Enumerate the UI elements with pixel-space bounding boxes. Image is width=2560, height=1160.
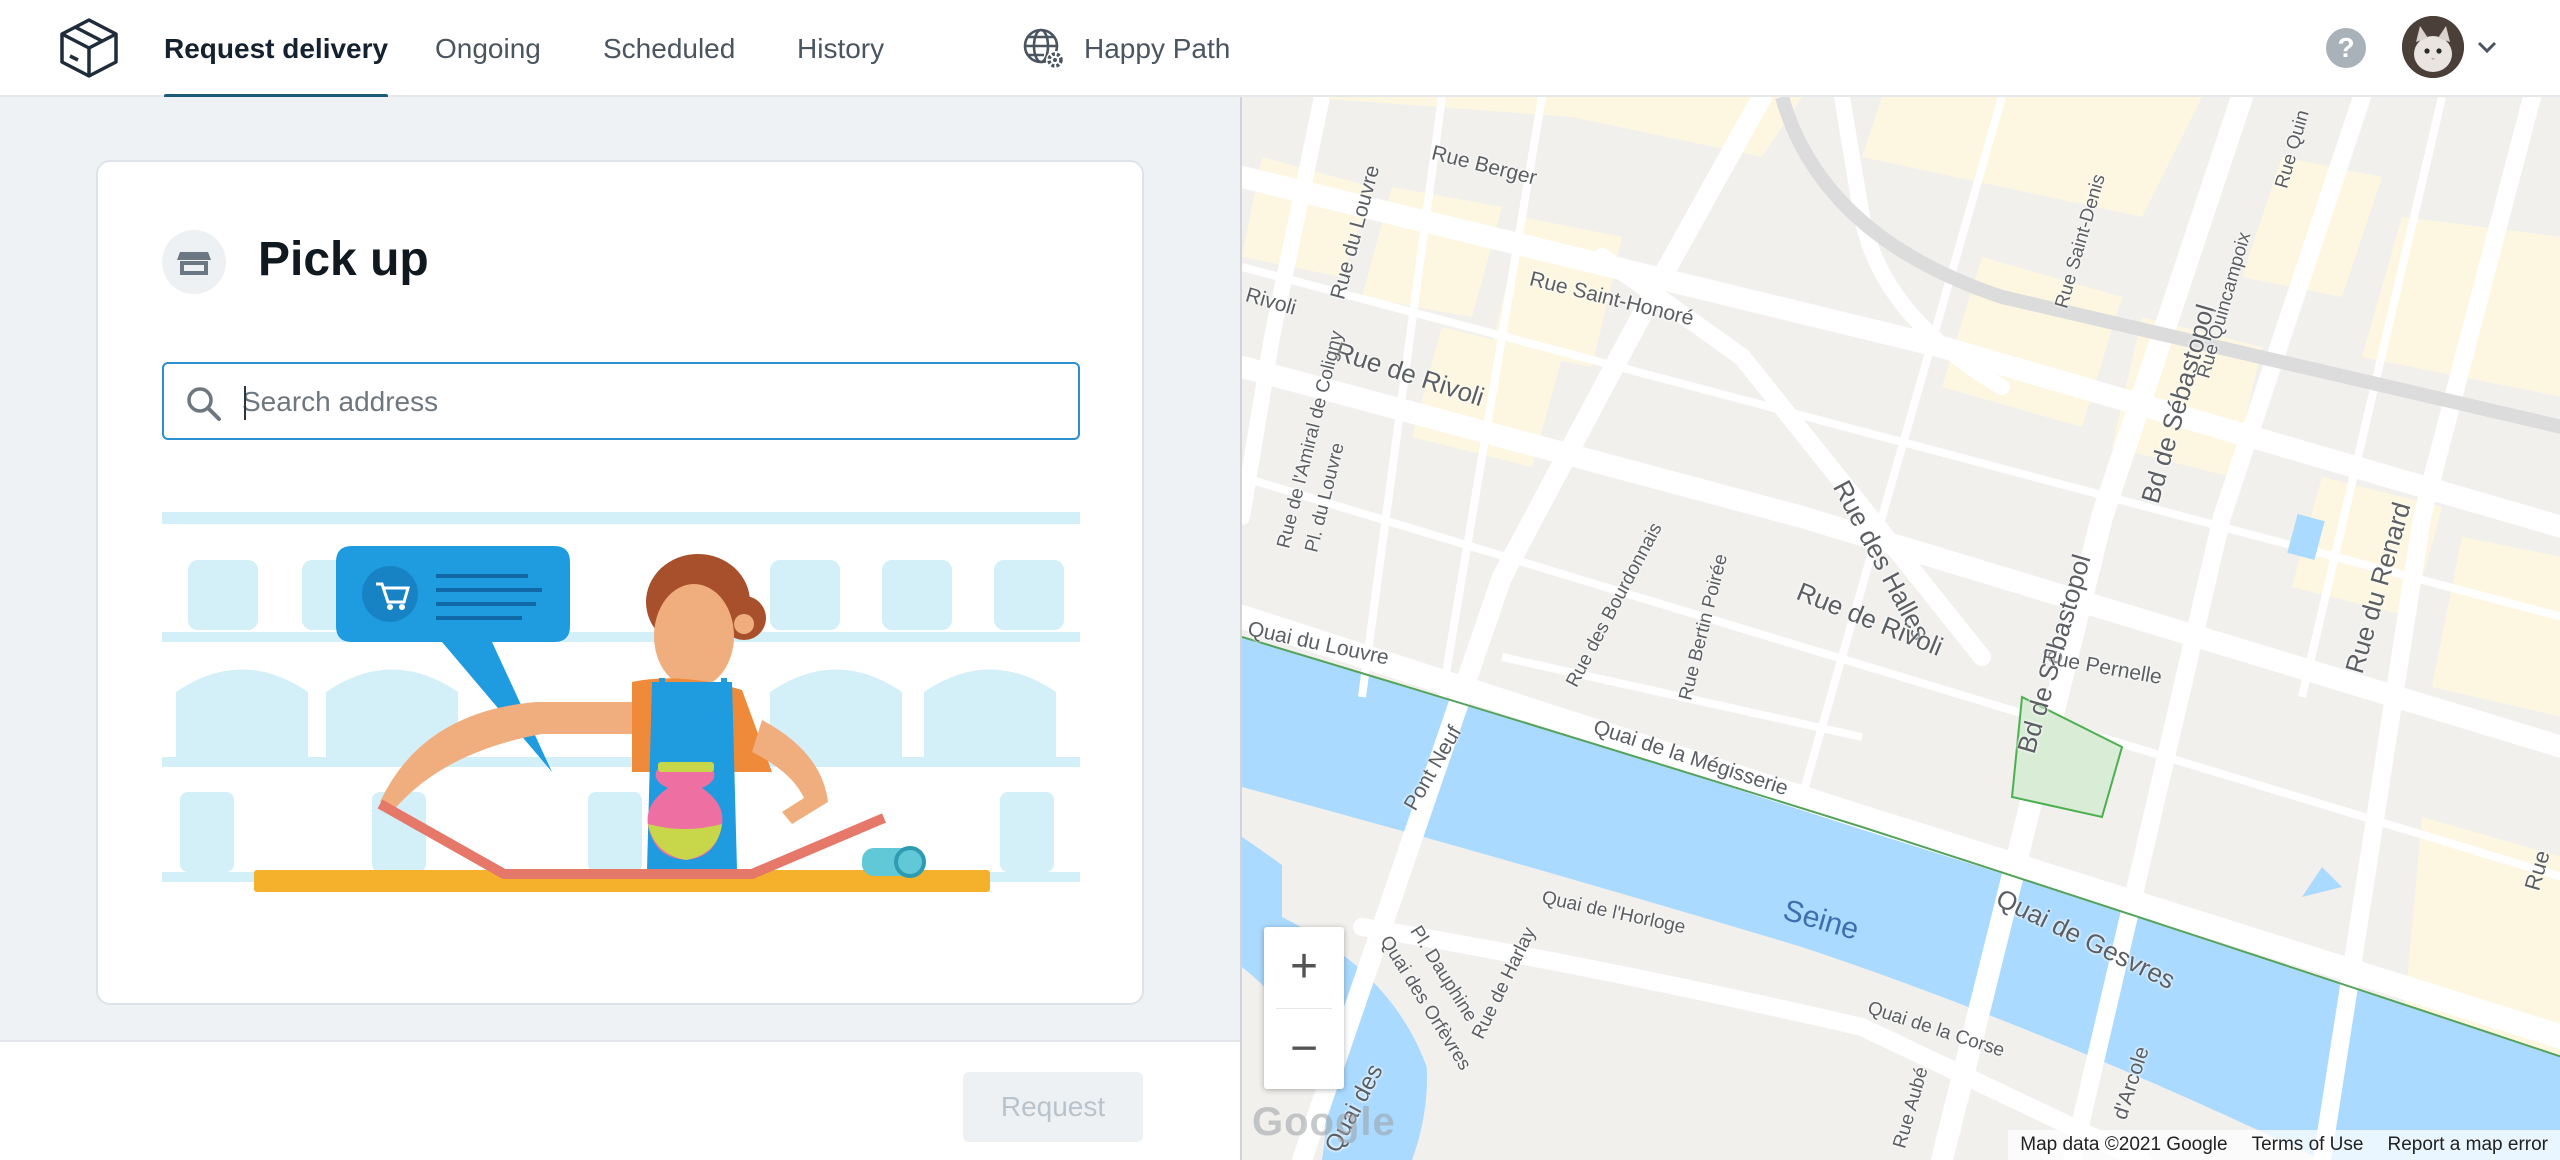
tab-scheduled[interactable]: Scheduled: [603, 0, 735, 97]
environment-label: Happy Path: [1084, 32, 1231, 64]
zoom-in-button[interactable]: +: [1264, 927, 1344, 1007]
store-icon: [162, 230, 226, 294]
page-title: Pick up: [258, 233, 429, 286]
environment-selector[interactable]: Happy Path: [1022, 0, 1230, 97]
pickup-panel: Pick up Search address Request: [0, 97, 1240, 1160]
text-cursor: [244, 386, 246, 420]
shop-illustration: [162, 512, 1080, 892]
tab-history[interactable]: History: [797, 0, 884, 97]
search-icon: [187, 387, 221, 421]
map-view[interactable]: Rue Berger Rue du Louvre Rue Saint-Honor…: [1240, 97, 2560, 1160]
zoom-control: + −: [1264, 927, 1344, 1089]
chevron-down-icon: [2477, 41, 2497, 54]
action-bar: Request: [0, 1040, 1240, 1160]
terms-link[interactable]: Terms of Use: [2240, 1130, 2376, 1160]
top-navigation-bar: Request delivery Ongoing Scheduled Histo…: [0, 0, 2560, 99]
google-logo: Google: [1252, 1100, 1396, 1144]
map-attribution: Map data ©2021 Google Terms of Use Repor…: [2008, 1130, 2560, 1160]
globe-gear-icon: [1023, 28, 1064, 69]
address-search[interactable]: [162, 362, 1080, 440]
map-data-text: Map data ©2021 Google: [2020, 1134, 2228, 1155]
pickup-card: Pick up: [96, 160, 1144, 1005]
report-error-link[interactable]: Report a map error: [2375, 1130, 2560, 1160]
request-button[interactable]: Request: [963, 1072, 1143, 1142]
account-menu[interactable]: [2402, 16, 2498, 78]
tab-request-delivery[interactable]: Request delivery: [164, 0, 389, 99]
search-input[interactable]: [242, 374, 1062, 430]
help-icon[interactable]: ?: [2326, 28, 2366, 68]
tab-ongoing[interactable]: Ongoing: [435, 0, 541, 97]
avatar: [2402, 16, 2464, 78]
box-logo-icon[interactable]: [58, 16, 120, 80]
zoom-out-button[interactable]: −: [1264, 1009, 1344, 1089]
